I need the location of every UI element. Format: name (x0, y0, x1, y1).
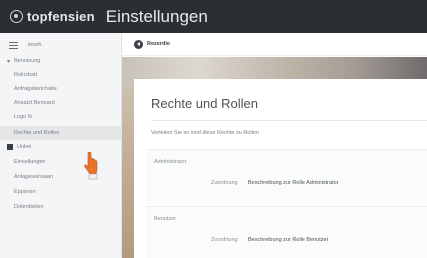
back-button-label[interactable]: Rezerdie (147, 41, 170, 47)
sidebar-item-4[interactable]: Logo N (0, 110, 121, 124)
sidebar-section-label: Benutzung (14, 58, 41, 64)
role-row-benutzer[interactable]: Benutzer Zuordnung Beschreibung zur Roll… (146, 206, 427, 258)
hand-pointer-icon (84, 151, 98, 180)
role-field-label: Zuordnung (211, 180, 238, 186)
background-image-strip (122, 88, 134, 258)
sidebar-item-2[interactable]: Anfragsberichalte (0, 82, 121, 96)
sidebar-section-benutzung[interactable]: ▾ Benutzung (0, 54, 121, 68)
title-divider (151, 120, 427, 121)
sidebar-section-unbei[interactable]: Unbei (0, 140, 121, 154)
role-name: Administrator (154, 159, 187, 165)
page-description: Verteilen Sie so sind diese Rechte zu Ro… (151, 130, 259, 136)
sidebar-item-5[interactable]: Einsellungen (0, 155, 121, 169)
sidebar-item-1[interactable]: Rolnsbatt (0, 68, 121, 82)
sidebar-item-label: Einsellungen (14, 159, 46, 165)
role-field-value: Beschreibung zur Rolle Benutzer (248, 237, 329, 243)
brand-name: topfensien (27, 9, 95, 24)
sidebar-section-label: Unbei (17, 144, 32, 150)
content-header: Rezerdie (122, 33, 427, 56)
sidebar-item-3[interactable]: Ansatzt Benoard (0, 96, 121, 110)
sidebar-item-rechte-und-rollen[interactable]: Rechte und Rollen (0, 126, 121, 140)
chevron-down-icon: ▾ (7, 58, 11, 65)
back-arrow-icon[interactable] (134, 39, 143, 49)
role-field-label: Zuordnung (211, 237, 238, 243)
top-bar: topfensien Einstellungen (0, 0, 427, 33)
content-panel: Rechte und Rollen Verteilen Sie so sind … (134, 79, 427, 258)
page-header-title: Einstellungen (105, 6, 208, 26)
role-name: Benutzer (154, 216, 177, 222)
sidebar-item-label: Rechte und Rollen (14, 130, 60, 136)
sidebar-item-8[interactable]: Doterdishen (0, 200, 121, 214)
role-field-value: Beschreibung zur Rolle Administrator (248, 180, 339, 186)
sidebar-item-label: Anlageseinsaan (14, 174, 54, 180)
sidebar-item-label: Logo N (14, 114, 32, 120)
sidebar-item-label: Ansatzt Benoard (14, 100, 55, 106)
sidebar-item-label: Anfragsberichalte (14, 86, 57, 92)
section-square-icon (7, 144, 13, 150)
brand-logo-icon (10, 10, 23, 23)
hamburger-menu-icon[interactable] (9, 41, 18, 49)
role-row-administrator[interactable]: Administrator Zuordnung Beschreibung zur… (146, 149, 427, 204)
sidebar-item-label: Doterdishen (14, 204, 44, 210)
sidebar: ieneh ▾ Benutzung Rolnsbatt Anfragsberic… (0, 33, 122, 258)
sidebar-item-label: Eppsnen (14, 189, 36, 195)
sidebar-item-7[interactable]: Eppsnen (0, 185, 121, 199)
sidebar-search[interactable]: ieneh (0, 38, 121, 52)
sidebar-item-6[interactable]: Anlageseinsaan (0, 170, 121, 184)
main-content: Rezerdie Rechte und Rollen Verteilen Sie… (122, 33, 427, 258)
sidebar-search-label: ieneh (28, 42, 42, 48)
page-title: Rechte und Rollen (151, 96, 258, 111)
sidebar-item-label: Rolnsbatt (14, 72, 38, 78)
